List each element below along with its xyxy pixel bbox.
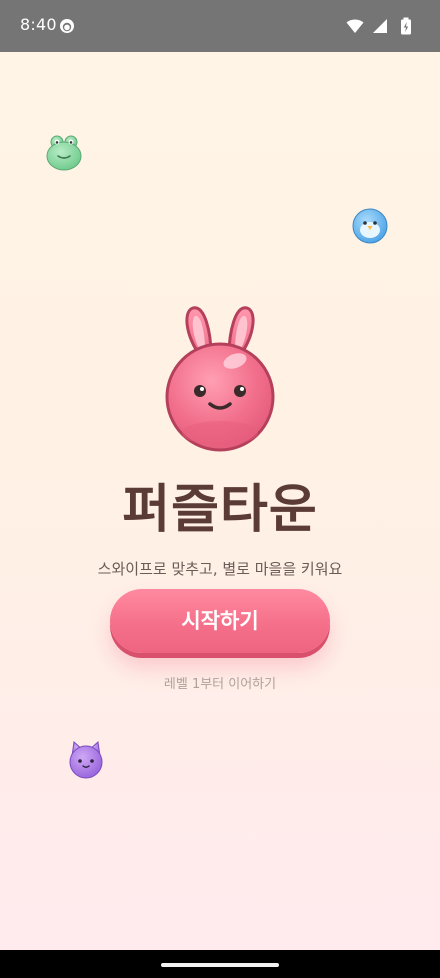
signal-icon [373,19,387,33]
bunny-mascot-icon [165,306,275,452]
battery-icon [401,17,411,35]
status-time: 8:40 [20,15,57,34]
start-button[interactable]: 시작하기 [110,589,330,653]
wifi-icon [346,19,364,33]
status-bar: 8:40 [0,0,440,52]
frog-icon [46,135,82,171]
app-notification-icon [60,19,74,33]
game-subtitle: 스와이프로 맞추고, 별로 마을을 키워요 [97,560,343,578]
game-start-screen: 8:40 퍼즐타운 스와이프로 맞추고, 별로 마을을 키워요 시작하기 레벨 … [0,0,440,978]
home-gesture-handle[interactable] [161,963,279,967]
game-title: 퍼즐타운 [122,480,318,540]
cat-icon [69,741,103,779]
continue-level-link[interactable]: 레벨 1부터 이어하기 [0,675,440,695]
bird-icon [352,208,388,244]
